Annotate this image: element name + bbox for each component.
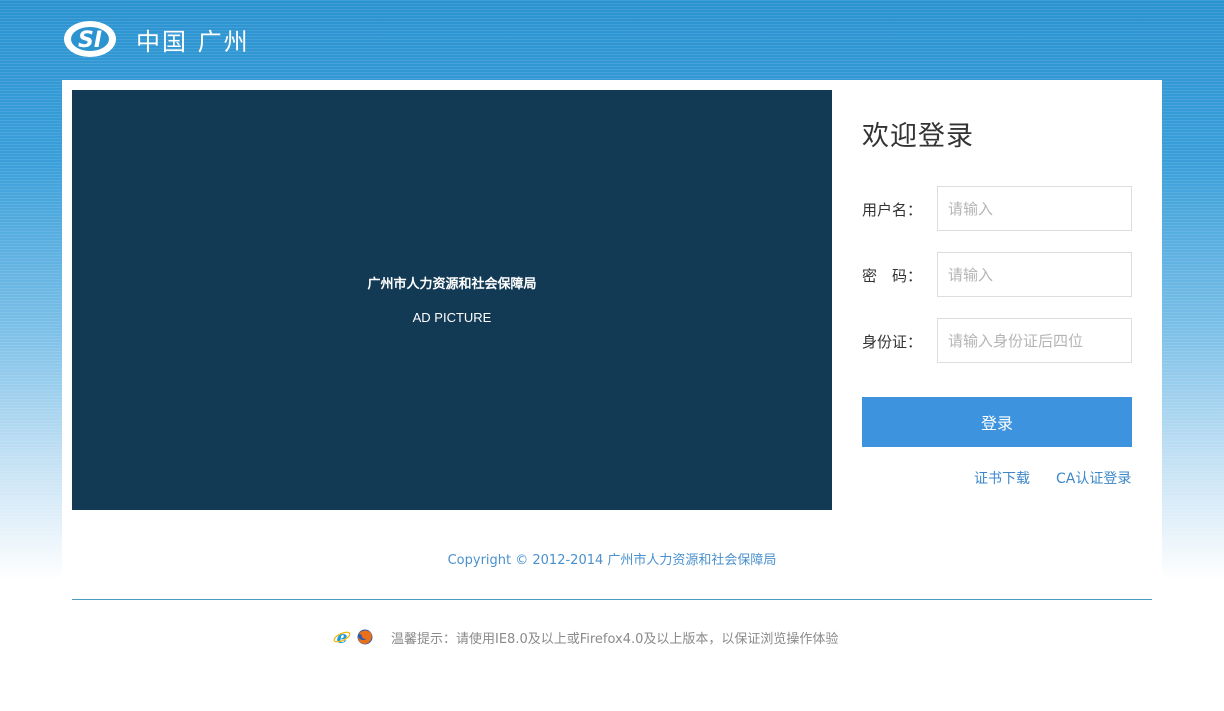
login-button[interactable]: 登录 [862, 397, 1132, 447]
ad-org-name: 广州市人力资源和社会保障局 [367, 277, 537, 292]
si-logo-icon: SI [64, 21, 116, 57]
site-header: SI 中国 广州 [62, 14, 250, 64]
id-card-input[interactable] [937, 318, 1132, 363]
browser-notice: e 温馨提示：请使用IE8.0及以上或Firefox4.0及以上版本，以保证浏览… [333, 627, 838, 647]
password-input[interactable] [937, 252, 1132, 297]
username-label: 用户名： [862, 201, 923, 219]
username-input[interactable] [937, 186, 1132, 231]
firefox-browser-icon [357, 629, 373, 645]
main-panel: 广州市人力资源和社会保障局 AD PICTURE 欢迎登录 用户名： 密 码： … [62, 80, 1162, 580]
password-label: 密 码： [862, 267, 923, 285]
ca-login-link[interactable]: CA认证登录 [1056, 468, 1131, 488]
ad-picture: 广州市人力资源和社会保障局 AD PICTURE [72, 90, 832, 510]
ie-browser-icon: e [333, 628, 351, 646]
login-title: 欢迎登录 [862, 121, 974, 152]
login-form: 欢迎登录 用户名： 密 码： 身份证： 登录 证书下载 CA认证登录 [862, 80, 1132, 510]
copyright-text: Copyright © 2012-2014 广州市人力资源和社会保障局 [447, 553, 777, 568]
ad-caption: AD PICTURE [412, 310, 492, 325]
logo-text: SI [78, 28, 102, 53]
cert-download-link[interactable]: 证书下载 [974, 468, 1030, 488]
notice-text: 温馨提示：请使用IE8.0及以上或Firefox4.0及以上版本，以保证浏览操作… [391, 631, 839, 647]
svg-text:e: e [337, 628, 348, 646]
id-card-label: 身份证： [862, 333, 923, 351]
site-title: 中国 广州 [136, 27, 250, 56]
footer-divider [72, 599, 1152, 600]
